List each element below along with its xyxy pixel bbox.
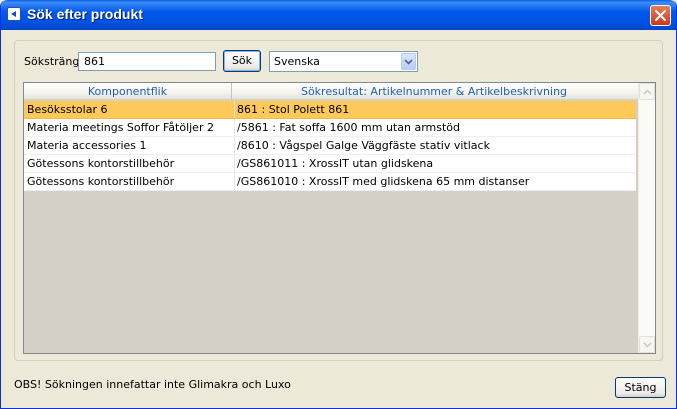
back-arrow-icon: [7, 7, 21, 21]
table-row[interactable]: Materia accessories 1 /8610 : Vågspel Ga…: [24, 137, 636, 155]
search-input[interactable]: [78, 52, 216, 71]
cell-component: Besöksstolar 6: [27, 103, 108, 116]
results-rows: Besöksstolar 6 861 : Stol Polett 861 Mat…: [24, 101, 636, 191]
scroll-up-button[interactable]: [639, 83, 655, 100]
cell-result: 861 : Stol Polett 861: [234, 101, 637, 118]
cell-result: /GS861011 : XrossIT utan glidskena: [234, 155, 637, 172]
table-row[interactable]: Götessons kontorstillbehör /GS861010 : X…: [24, 173, 636, 191]
dropdown-button[interactable]: [401, 53, 416, 70]
table-row[interactable]: Götessons kontorstillbehör /GS861011 : X…: [24, 155, 636, 173]
column-header-component[interactable]: Komponentflik: [24, 83, 232, 101]
chevron-up-icon: [643, 89, 652, 95]
cell-component: Materia accessories 1: [27, 139, 147, 152]
search-label: Söksträng: [24, 55, 80, 68]
vertical-scrollbar[interactable]: [638, 83, 655, 353]
chevron-down-icon: [404, 59, 413, 65]
close-icon: [655, 10, 666, 21]
close-button[interactable]: Stäng: [615, 377, 666, 398]
info-note: OBS! Sökningen innefattar inte Glimakra …: [14, 378, 291, 391]
table-row[interactable]: Besöksstolar 6 861 : Stol Polett 861: [24, 101, 636, 119]
language-select[interactable]: Svenska: [269, 51, 418, 72]
cell-result: /8610 : Vågspel Galge Väggfäste stativ v…: [234, 137, 637, 154]
results-grid: Komponentflik Sökresultat: Artikelnummer…: [23, 82, 656, 354]
scroll-down-button[interactable]: [639, 336, 655, 353]
cell-component: Götessons kontorstillbehör: [27, 175, 175, 188]
search-button[interactable]: Sök: [223, 50, 261, 72]
title-bar[interactable]: Sök efter produkt: [1, 0, 676, 30]
cell-result: /5861 : Fat soffa 1600 mm utan armstöd: [234, 119, 637, 136]
column-header-result[interactable]: Sökresultat: Artikelnummer & Artikelbesk…: [232, 83, 636, 101]
cell-component: Materia meetings Soffor Fåtöljer 2: [27, 121, 214, 134]
cell-component: Götessons kontorstillbehör: [27, 157, 175, 170]
window-close-button[interactable]: [650, 5, 671, 26]
chevron-down-icon: [643, 342, 652, 348]
window-title: Sök efter produkt: [27, 6, 143, 22]
cell-result: /GS861010 : XrossIT med glidskena 65 mm …: [234, 173, 637, 190]
language-value: Svenska: [274, 55, 320, 68]
table-row[interactable]: Materia meetings Soffor Fåtöljer 2 /5861…: [24, 119, 636, 137]
search-product-dialog: Sök efter produkt Söksträng Sök Svenska …: [0, 0, 677, 409]
